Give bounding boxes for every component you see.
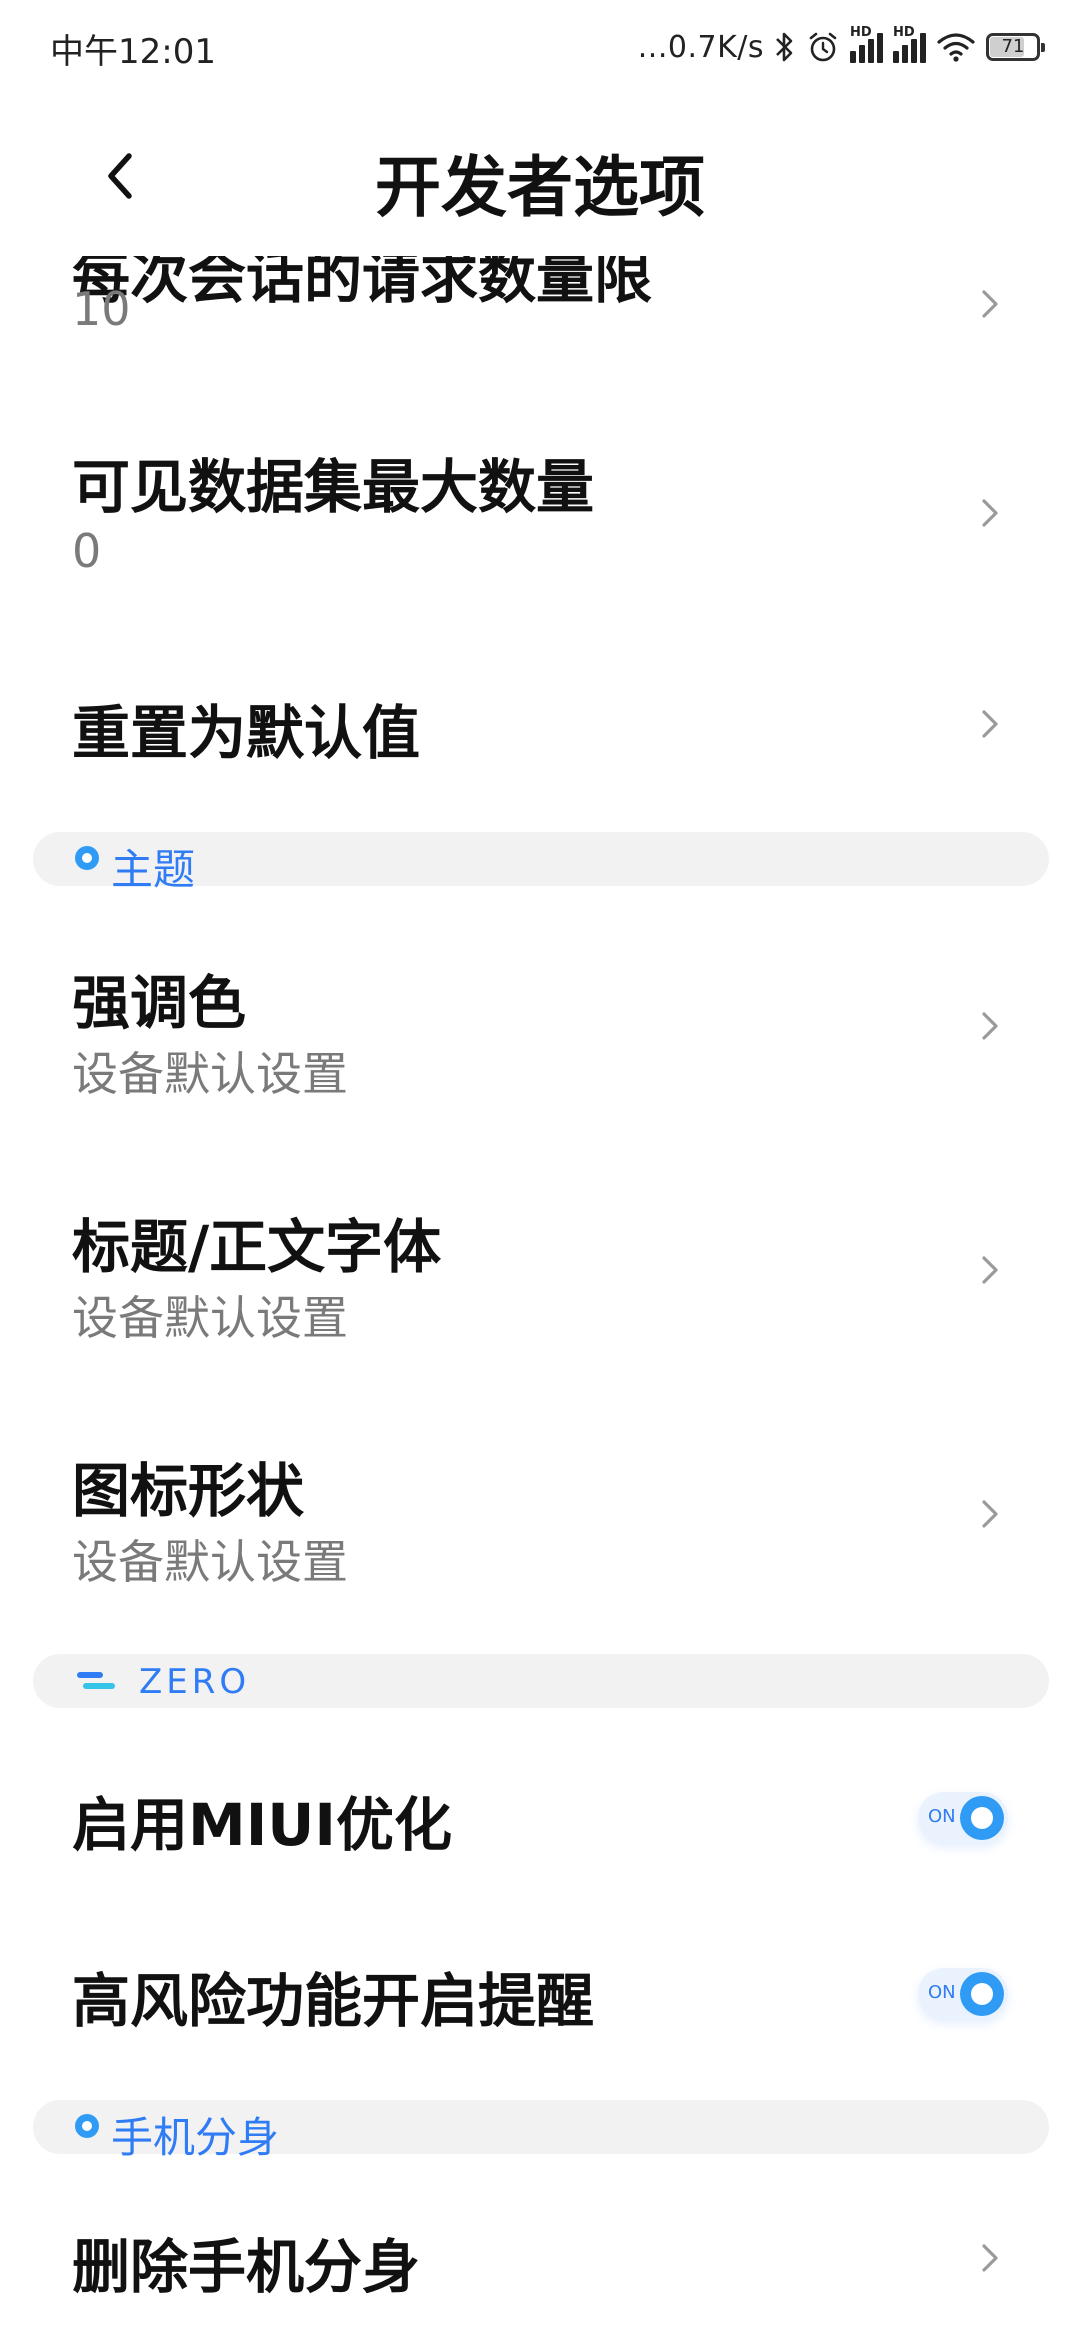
status-time: 中午12:01 xyxy=(50,32,216,72)
chevron-right-icon xyxy=(982,1012,998,1040)
row-title: 高风险功能开启提醒 xyxy=(72,1967,595,2035)
row-title: 标题/正文字体 xyxy=(72,1213,442,1281)
toggle-state-label: ON xyxy=(928,1982,956,2003)
list-item-reset-default[interactable]: 重置为默认值 xyxy=(0,680,1080,800)
chevron-right-icon xyxy=(982,499,998,527)
list-item-high-risk-reminder[interactable]: 高风险功能开启提醒 ON xyxy=(0,1946,1080,2076)
wifi-icon xyxy=(937,33,975,62)
signal-hd-label: HD xyxy=(893,25,915,40)
section-header-second-space: 手机分身 xyxy=(33,2100,1049,2162)
status-icons: ...0.7K/s HD HD 71 xyxy=(637,22,1045,72)
row-value: 0 xyxy=(72,524,102,578)
section-label: 主题 xyxy=(111,845,196,894)
zero-logo-icon xyxy=(77,1672,115,1689)
section-dot-icon xyxy=(75,2114,99,2138)
row-title: 图标形状 xyxy=(72,1457,305,1525)
status-bar: 中午12:01 ...0.7K/s HD HD 71 xyxy=(0,0,1080,96)
toggle-knob xyxy=(960,1972,1004,2016)
signal-strength-icon-2: HD xyxy=(893,25,926,63)
chevron-right-icon xyxy=(982,290,998,318)
section-label: ZERO xyxy=(139,1662,251,1702)
miui-optimization-toggle[interactable]: ON xyxy=(918,1792,1008,1844)
list-item-miui-optimization[interactable]: 启用MIUI优化 ON xyxy=(0,1770,1080,1900)
list-item-icon-shape[interactable]: 图标形状 设备默认设置 xyxy=(0,1438,1080,1638)
list-item-delete-second-space[interactable]: 删除手机分身 xyxy=(0,2212,1080,2332)
chevron-right-icon xyxy=(982,710,998,738)
list-item-max-visible-datasets[interactable]: 可见数据集最大数量 0 xyxy=(0,440,1080,640)
row-title: 重置为默认值 xyxy=(72,699,421,767)
list-item-request-limit[interactable]: 每次会话的请求数量限 10 xyxy=(0,230,1080,430)
chevron-right-icon xyxy=(982,1500,998,1528)
page-title: 开发者选项 xyxy=(375,149,705,226)
row-title: 启用MIUI优化 xyxy=(72,1791,452,1859)
toggle-state-label: ON xyxy=(928,1806,956,1827)
high-risk-reminder-toggle[interactable]: ON xyxy=(918,1968,1008,2020)
battery-icon: 71 xyxy=(986,33,1045,61)
row-value: 10 xyxy=(72,282,131,336)
list-item-header-body-font[interactable]: 标题/正文字体 设备默认设置 xyxy=(0,1194,1080,1394)
toggle-knob xyxy=(960,1796,1004,1840)
network-speed: ...0.7K/s xyxy=(637,29,764,65)
app-header: 开发者选项 xyxy=(0,96,1080,256)
signal-strength-icon-1: HD xyxy=(850,25,883,63)
settings-list: 每次会话的请求数量限 10 可见数据集最大数量 0 重置为默认值 主题 强调色 … xyxy=(0,0,1080,2340)
battery-level: 71 xyxy=(1001,36,1025,57)
row-value: 设备默认设置 xyxy=(72,1047,348,1101)
row-title: 删除手机分身 xyxy=(72,2233,421,2301)
row-value: 设备默认设置 xyxy=(72,1291,348,1345)
chevron-right-icon xyxy=(982,1256,998,1284)
alarm-icon xyxy=(809,32,837,62)
section-header-zero: ZERO xyxy=(33,1654,1049,1708)
signal-hd-label: HD xyxy=(850,25,872,40)
section-label: 手机分身 xyxy=(111,2113,280,2162)
row-title: 强调色 xyxy=(72,969,247,1037)
bluetooth-icon xyxy=(776,32,793,62)
section-dot-icon xyxy=(75,846,99,870)
chevron-right-icon xyxy=(982,2244,998,2272)
row-title: 可见数据集最大数量 xyxy=(72,453,595,521)
row-value: 设备默认设置 xyxy=(72,1535,348,1589)
section-header-theme: 主题 xyxy=(33,832,1049,894)
list-item-accent-color[interactable]: 强调色 设备默认设置 xyxy=(0,950,1080,1150)
